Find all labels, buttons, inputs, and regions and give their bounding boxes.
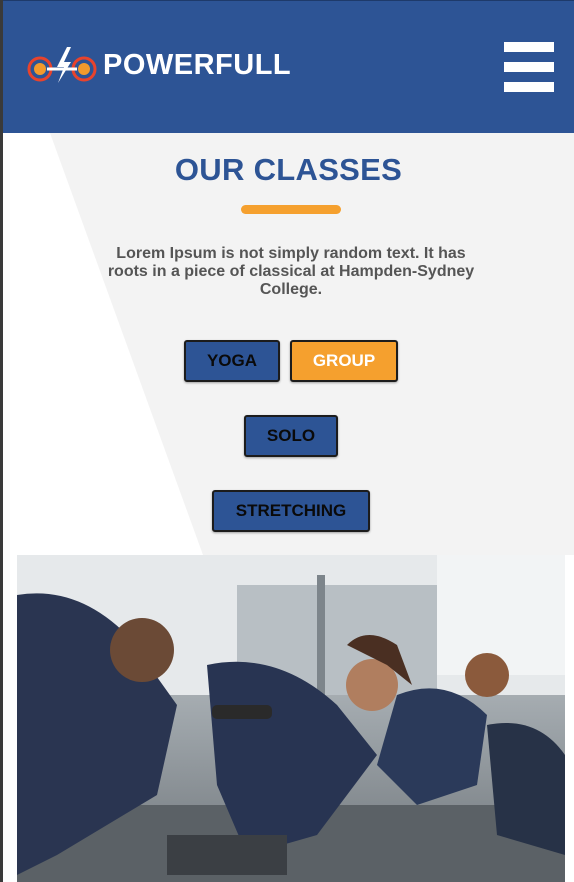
filter-group-button[interactable]: GROUP bbox=[290, 340, 398, 382]
dumbbell-logo-icon bbox=[27, 47, 97, 83]
classes-section: OUR CLASSES Lorem Ipsum is not simply ra… bbox=[3, 133, 574, 882]
class-photo bbox=[17, 555, 565, 882]
filter-yoga-button[interactable]: YOGA bbox=[184, 340, 280, 382]
section-title: OUR CLASSES bbox=[174, 152, 403, 187]
hamburger-menu-icon[interactable] bbox=[504, 42, 554, 92]
section-description: Lorem Ipsum is not simply random text. I… bbox=[107, 245, 475, 298]
gym-workout-image bbox=[17, 555, 565, 882]
filter-stretching-button[interactable]: STRETCHING bbox=[212, 490, 370, 532]
filter-solo-button[interactable]: SOLO bbox=[244, 415, 338, 457]
brand-name: POWERFULL bbox=[103, 48, 292, 81]
site-header: POWERFULL bbox=[3, 0, 574, 133]
title-underline bbox=[241, 205, 341, 214]
brand-logo[interactable]: POWERFULL bbox=[27, 45, 291, 85]
